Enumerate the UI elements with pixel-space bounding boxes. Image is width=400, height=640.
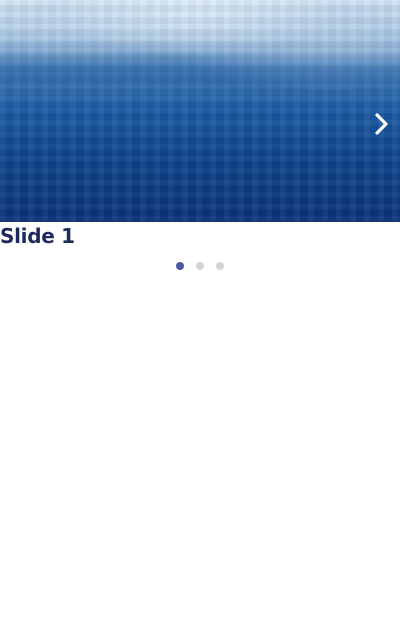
next-slide-button[interactable]	[370, 110, 394, 138]
pagination-dot-2[interactable]	[196, 262, 204, 270]
pagination-dots	[0, 262, 400, 270]
pagination-dot-3[interactable]	[216, 262, 224, 270]
slide-caption: Slide 1	[0, 224, 75, 248]
image-ridge	[0, 54, 400, 94]
chevron-right-icon	[375, 113, 388, 135]
pagination-dot-1[interactable]	[176, 262, 184, 270]
image-carousel[interactable]: Slide 1	[0, 0, 400, 640]
slide-image	[0, 0, 400, 222]
image-texture	[0, 0, 400, 222]
